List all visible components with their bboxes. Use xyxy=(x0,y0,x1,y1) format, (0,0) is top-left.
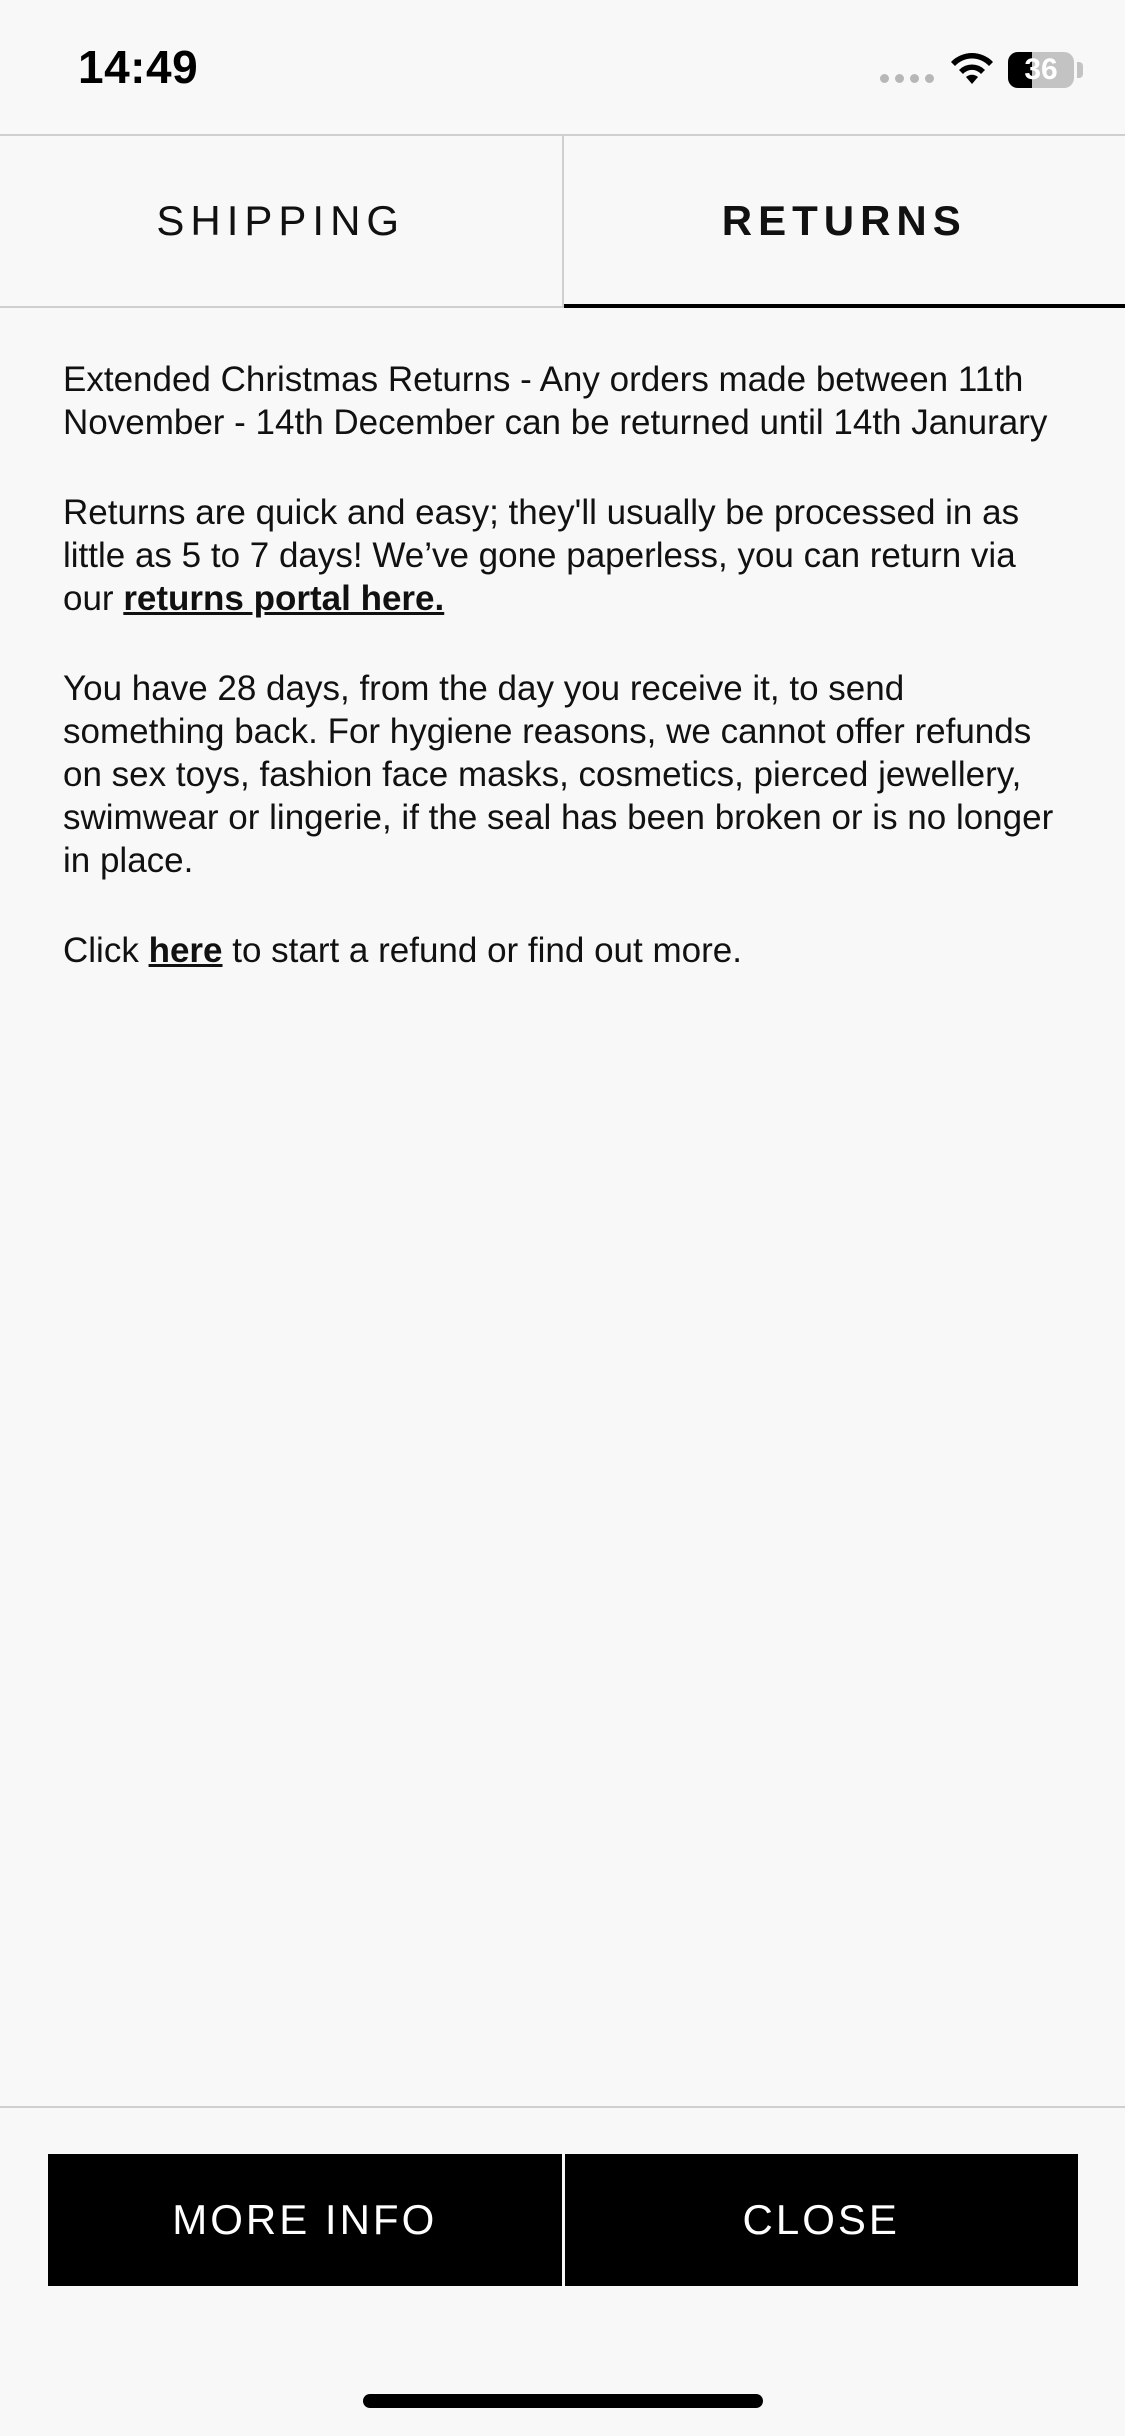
returns-policy-paragraph: You have 28 days, from the day you recei… xyxy=(63,669,1054,880)
status-bar: 14:49 36 xyxy=(0,0,1125,134)
footer-buttons: MORE INFO CLOSE xyxy=(48,2154,1078,2286)
returns-processing-paragraph: Returns are quick and easy; they'll usua… xyxy=(63,491,1063,620)
tab-returns[interactable]: RETURNS xyxy=(563,136,1125,308)
footer-divider xyxy=(0,2106,1125,2108)
battery-level: 36 xyxy=(1024,53,1058,86)
close-button[interactable]: CLOSE xyxy=(564,2154,1078,2286)
christmas-returns-paragraph: Extended Christmas Returns - Any orders … xyxy=(63,360,1048,442)
tab-shipping[interactable]: SHIPPING xyxy=(0,136,564,306)
signal-dots-icon xyxy=(880,74,934,83)
start-refund-suffix: to start a refund or find out more. xyxy=(222,931,742,970)
status-time: 14:49 xyxy=(78,41,199,93)
home-indicator[interactable] xyxy=(363,2394,763,2408)
returns-portal-link[interactable]: returns portal here. xyxy=(123,579,444,618)
wifi-icon xyxy=(951,53,993,84)
battery-icon: 36 xyxy=(1008,52,1074,88)
start-refund-prefix: Click xyxy=(63,931,149,970)
tab-bar: SHIPPING RETURNS xyxy=(0,134,1125,308)
battery-cap xyxy=(1077,62,1083,78)
returns-content: Extended Christmas Returns - Any orders … xyxy=(63,358,1063,1019)
start-refund-paragraph: Click here to start a refund or find out… xyxy=(63,929,1063,972)
start-refund-link[interactable]: here xyxy=(149,931,223,970)
more-info-button[interactable]: MORE INFO xyxy=(48,2154,562,2286)
